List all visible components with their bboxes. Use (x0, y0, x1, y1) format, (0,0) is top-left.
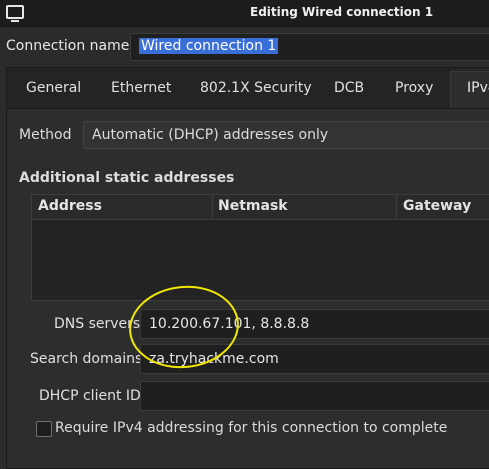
tab-ipv4[interactable]: IPv4 (450, 71, 489, 108)
window-title: Editing Wired connection 1 (250, 5, 434, 19)
column-divider (212, 195, 213, 219)
search-domains-label: Search domains (30, 351, 143, 367)
connection-name-input[interactable]: Wired connection 1 (130, 33, 489, 61)
static-addresses-heading: Additional static addresses (19, 170, 235, 186)
connection-name-label: Connection name (6, 38, 130, 54)
column-divider (396, 195, 397, 219)
dns-servers-value: 10.200.67.101, 8.8.8.8 (149, 316, 310, 332)
dhcp-client-id-label: DHCP client ID (39, 388, 141, 404)
dhcp-client-id-input[interactable] (140, 381, 489, 411)
settings-notebook: General Ethernet 802.1X Security DCB Pro… (6, 67, 489, 469)
static-addresses-table[interactable]: Address Netmask Gateway (31, 194, 489, 301)
tab-proxy[interactable]: Proxy (395, 80, 433, 96)
monitor-icon (6, 5, 24, 22)
dns-servers-label: DNS servers (54, 316, 141, 332)
tab-ethernet[interactable]: Ethernet (111, 80, 171, 96)
column-netmask[interactable]: Netmask (218, 198, 288, 214)
require-ipv4-checkbox[interactable] (36, 421, 52, 437)
tab-ipv4-label: IPv4 (467, 80, 489, 96)
connection-name-value: Wired connection 1 (139, 38, 279, 54)
title-bar: Editing Wired connection 1 (0, 0, 489, 27)
dns-servers-input[interactable]: 10.200.67.101, 8.8.8.8 (140, 309, 489, 339)
tab-802-1x-security[interactable]: 802.1X Security (200, 80, 312, 96)
tab-dcb[interactable]: DCB (334, 80, 364, 96)
search-domains-value: za.tryhackme.com (149, 351, 279, 367)
search-domains-input[interactable]: za.tryhackme.com (140, 344, 489, 374)
tab-general[interactable]: General (26, 80, 81, 96)
require-ipv4-label: Require IPv4 addressing for this connect… (55, 420, 448, 436)
method-label: Method (19, 127, 72, 143)
table-header: Address Netmask Gateway (32, 195, 489, 220)
column-gateway[interactable]: Gateway (403, 198, 471, 214)
tab-bar: General Ethernet 802.1X Security DCB Pro… (7, 68, 489, 109)
column-address[interactable]: Address (38, 198, 102, 214)
method-dropdown[interactable]: Automatic (DHCP) addresses only (83, 121, 489, 149)
method-value: Automatic (DHCP) addresses only (92, 127, 329, 143)
